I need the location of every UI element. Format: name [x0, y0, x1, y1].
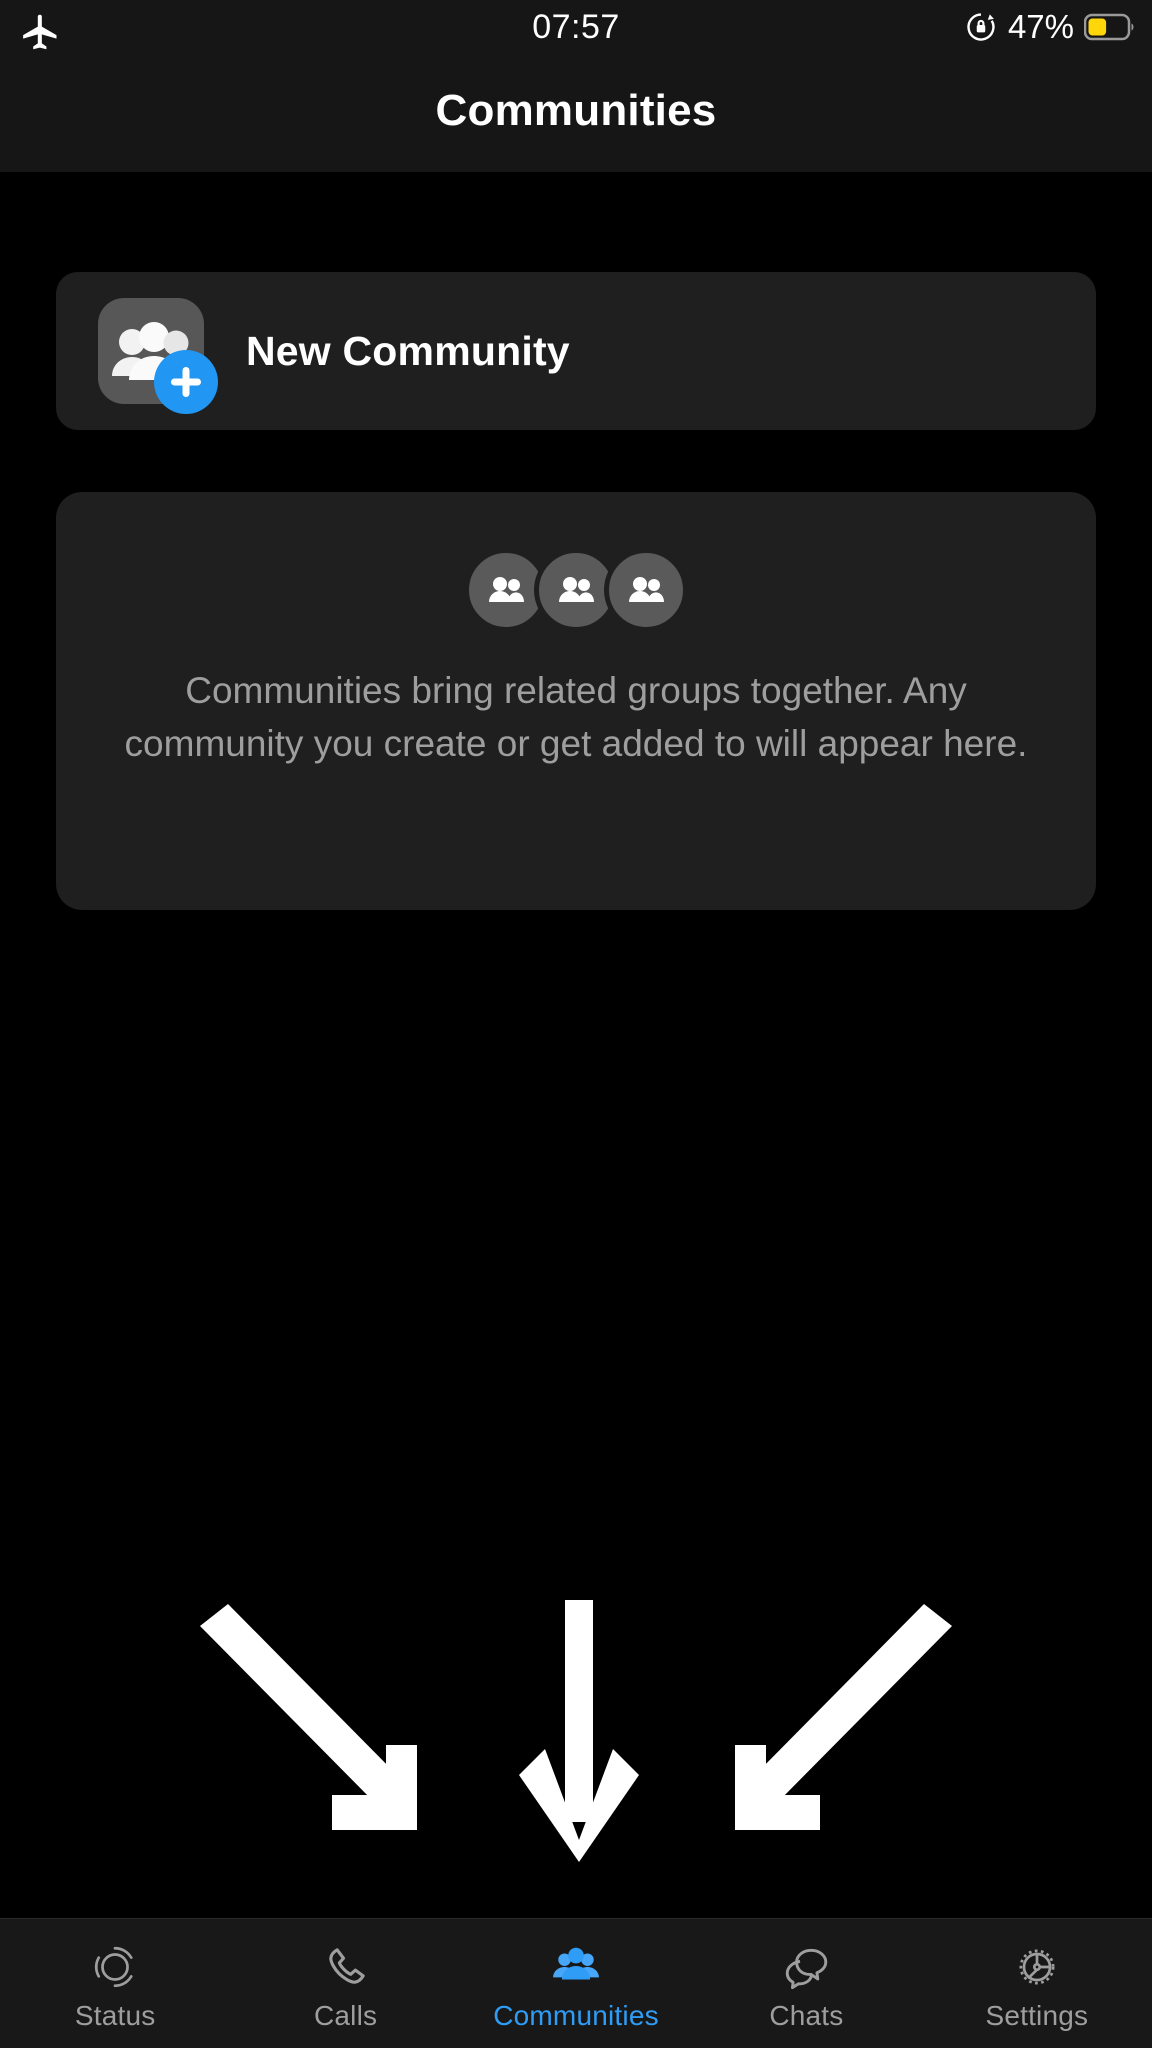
gear-icon: [1006, 1940, 1068, 1994]
empty-state-description: Communities bring related groups togethe…: [124, 670, 1028, 764]
battery-percent-label: 47%: [1007, 8, 1074, 45]
status-ring-icon: [84, 1940, 146, 1994]
new-community-button[interactable]: New Community: [56, 272, 1096, 430]
group-pair-icon: [604, 548, 688, 632]
empty-state-card: Communities bring related groups togethe…: [56, 492, 1096, 910]
status-bar: 07:57 47%: [0, 0, 1152, 68]
app-screen: WABETAINFO WABETAINFO WABETAINFO 07:57 4…: [0, 0, 1152, 2048]
tab-settings-label: Settings: [985, 1999, 1089, 2031]
communities-icon: [545, 1940, 607, 1994]
new-community-avatar: [98, 298, 218, 414]
tab-chats[interactable]: Chats: [691, 1919, 921, 2048]
rotation-lock-icon: [967, 13, 995, 41]
new-community-label: New Community: [246, 327, 570, 374]
tab-status-label: Status: [74, 1999, 156, 2031]
status-right-group: 47%: [964, 8, 1136, 46]
chat-bubbles-icon: [775, 1940, 837, 1994]
community-avatars-group: [56, 548, 1096, 632]
tab-status[interactable]: Status: [0, 1919, 230, 2048]
tab-communities-label: Communities: [493, 1999, 659, 2031]
phone-icon: [315, 1940, 377, 1994]
tab-calls[interactable]: Calls: [230, 1919, 460, 2048]
page-title: Communities: [435, 86, 717, 135]
tab-settings[interactable]: Settings: [922, 1919, 1152, 2048]
main-content: New Community Communities bring related …: [0, 172, 1152, 1872]
tab-chats-label: Chats: [769, 1999, 844, 2031]
navigation-bar: Communities: [0, 68, 1152, 172]
tab-communities[interactable]: Communities: [461, 1919, 691, 2048]
plus-icon: [154, 350, 218, 414]
battery-icon: [1084, 13, 1134, 41]
tab-bar: Status Calls Communities Chats Settings: [0, 1918, 1152, 2048]
tab-calls-label: Calls: [313, 1999, 378, 2031]
